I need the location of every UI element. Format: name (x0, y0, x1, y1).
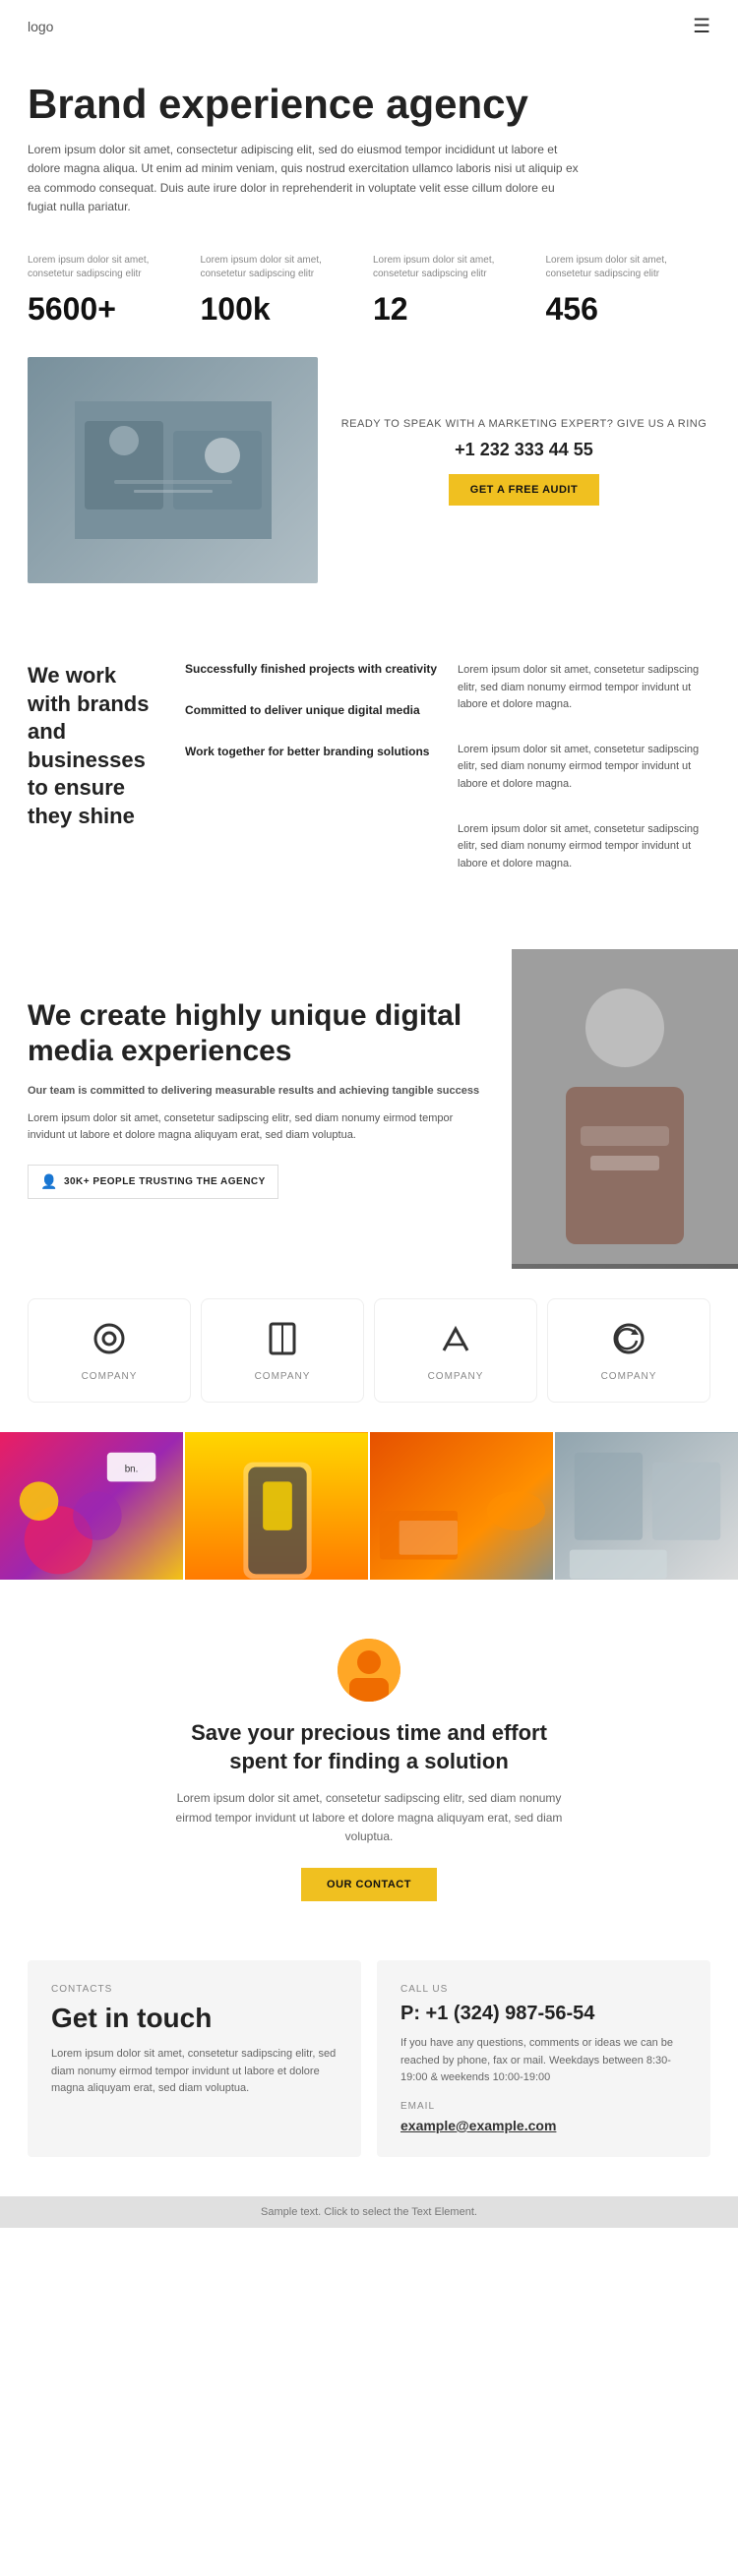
stats-numbers-row: 5600+ 100k 12 456 (0, 287, 738, 357)
digital-section: We create highly unique digital media ex… (0, 949, 738, 1269)
logo-card-3: COMPANY (374, 1298, 537, 1403)
woman-photo-svg (512, 949, 738, 1264)
header: logo ☰ (0, 0, 738, 52)
hero-title: Brand experience agency (28, 82, 710, 127)
email-label: EMAIL (400, 2101, 687, 2112)
portfolio-item-2 (185, 1432, 368, 1580)
logo-label-3: COMPANY (428, 1371, 484, 1382)
hero-section: Brand experience agency Lorem ipsum dolo… (0, 52, 738, 236)
person-icon: 👤 (40, 1173, 58, 1190)
sample-text-bar[interactable]: Sample text. Click to select the Text El… (0, 2196, 738, 2228)
brand-item-1: Successfully finished projects with crea… (185, 662, 438, 676)
brand-desc-2: Lorem ipsum dolor sit amet, consetetur s… (458, 742, 710, 794)
stat-number-3: 12 (373, 291, 538, 328)
stat-number-4: 456 (546, 291, 711, 328)
badge-text: 30K+ PEOPLE TRUSTING THE AGENCY (64, 1176, 266, 1187)
digital-heading: We create highly unique digital media ex… (28, 998, 492, 1069)
speak-right: READY TO SPEAK WITH A MARKETING EXPERT? … (338, 357, 710, 507)
company-icon-3 (436, 1319, 475, 1363)
stat-label-4: Lorem ipsum dolor sit amet, consetetur s… (546, 254, 711, 281)
brand-item-title-1: Successfully finished projects with crea… (185, 662, 438, 676)
digital-image (512, 949, 738, 1269)
phone-number: +1 232 333 44 55 (338, 440, 710, 460)
call-us-box: CALL US P: +1 (324) 987-56-54 If you hav… (377, 1960, 710, 2157)
company-icon-4 (609, 1319, 648, 1363)
brands-right: Lorem ipsum dolor sit amet, consetetur s… (458, 662, 710, 900)
brands-heading: We work with brands and businesses to en… (28, 662, 165, 831)
stats-labels-row: Lorem ipsum dolor sit amet, consetetur s… (0, 236, 738, 287)
logo-card-2: COMPANY (201, 1298, 364, 1403)
speak-image-inner (28, 357, 318, 583)
brand-desc-1: Lorem ipsum dolor sit amet, consetetur s… (458, 662, 710, 714)
stat-number-1: 5600+ (28, 291, 193, 328)
logo-card-1: COMPANY (28, 1298, 191, 1403)
speak-image (28, 357, 318, 583)
svg-text:bn.: bn. (125, 1465, 139, 1475)
call-us-label: CALL US (400, 1984, 687, 1995)
logo-label-1: COMPANY (82, 1371, 138, 1382)
our-contact-button[interactable]: OUR CONTACT (301, 1868, 437, 1901)
stat-number-2: 100k (201, 291, 366, 328)
logo: logo (28, 19, 53, 34)
get-in-touch-heading: Get in touch (51, 2003, 338, 2034)
portfolio-grid: bn. (0, 1422, 738, 1589)
brand-item-2: Committed to deliver unique digital medi… (185, 703, 438, 717)
logo-card-4: COMPANY (547, 1298, 710, 1403)
brand-item-3: Work together for better branding soluti… (185, 745, 438, 758)
logos-section: COMPANY COMPANY COMPANY COMPANY (0, 1279, 738, 1422)
office-photo-svg (75, 401, 272, 539)
testimonial-heading: Save your precious time and effort spent… (172, 1719, 566, 1775)
portfolio-item-4 (555, 1432, 738, 1580)
stat-label-3: Lorem ipsum dolor sit amet, consetetur s… (373, 254, 538, 281)
stat-label-2: Lorem ipsum dolor sit amet, consetetur s… (201, 254, 366, 281)
free-audit-button[interactable]: GET A FREE AUDIT (449, 474, 599, 506)
contact-footer: CONTACTS Get in touch Lorem ipsum dolor … (0, 1931, 738, 2196)
digital-left: We create highly unique digital media ex… (28, 949, 512, 1269)
contacts-box: CONTACTS Get in touch Lorem ipsum dolor … (28, 1960, 361, 2157)
digital-img-inner (512, 949, 738, 1269)
company-icon-1 (90, 1319, 129, 1363)
company-icon-2 (263, 1319, 302, 1363)
logo-label-2: COMPANY (255, 1371, 311, 1382)
digital-body: Lorem ipsum dolor sit amet, consetetur s… (28, 1110, 492, 1145)
ready-text: READY TO SPEAK WITH A MARKETING EXPERT? … (338, 416, 710, 433)
brands-middle: Successfully finished projects with crea… (185, 662, 438, 900)
call-phone: P: +1 (324) 987-56-54 (400, 2003, 687, 2025)
people-badge: 👤 30K+ PEOPLE TRUSTING THE AGENCY (28, 1165, 278, 1199)
call-desc: If you have any questions, comments or i… (400, 2035, 687, 2087)
hero-description: Lorem ipsum dolor sit amet, consectetur … (28, 141, 579, 216)
brand-desc-3: Lorem ipsum dolor sit amet, consetetur s… (458, 821, 710, 873)
brands-left: We work with brands and businesses to en… (28, 662, 165, 900)
testimonial-body: Lorem ipsum dolor sit amet, consetetur s… (162, 1789, 576, 1846)
portfolio-item-3 (370, 1432, 553, 1580)
testimonial-section: Save your precious time and effort spent… (0, 1589, 738, 1931)
brand-item-title-3: Work together for better branding soluti… (185, 745, 438, 758)
contacts-body: Lorem ipsum dolor sit amet, consetetur s… (51, 2046, 338, 2098)
avatar (338, 1639, 400, 1702)
portfolio-item-1: bn. (0, 1432, 183, 1580)
brands-section: We work with brands and businesses to en… (0, 623, 738, 949)
stat-label-1: Lorem ipsum dolor sit amet, consetetur s… (28, 254, 193, 281)
digital-subtitle: Our team is committed to delivering meas… (28, 1083, 492, 1101)
brand-item-title-2: Committed to deliver unique digital medi… (185, 703, 438, 717)
email-address[interactable]: example@example.com (400, 2118, 687, 2133)
contacts-label: CONTACTS (51, 1984, 338, 1995)
speak-section: READY TO SPEAK WITH A MARKETING EXPERT? … (0, 357, 738, 623)
hamburger-icon[interactable]: ☰ (693, 14, 710, 38)
logo-label-4: COMPANY (601, 1371, 657, 1382)
